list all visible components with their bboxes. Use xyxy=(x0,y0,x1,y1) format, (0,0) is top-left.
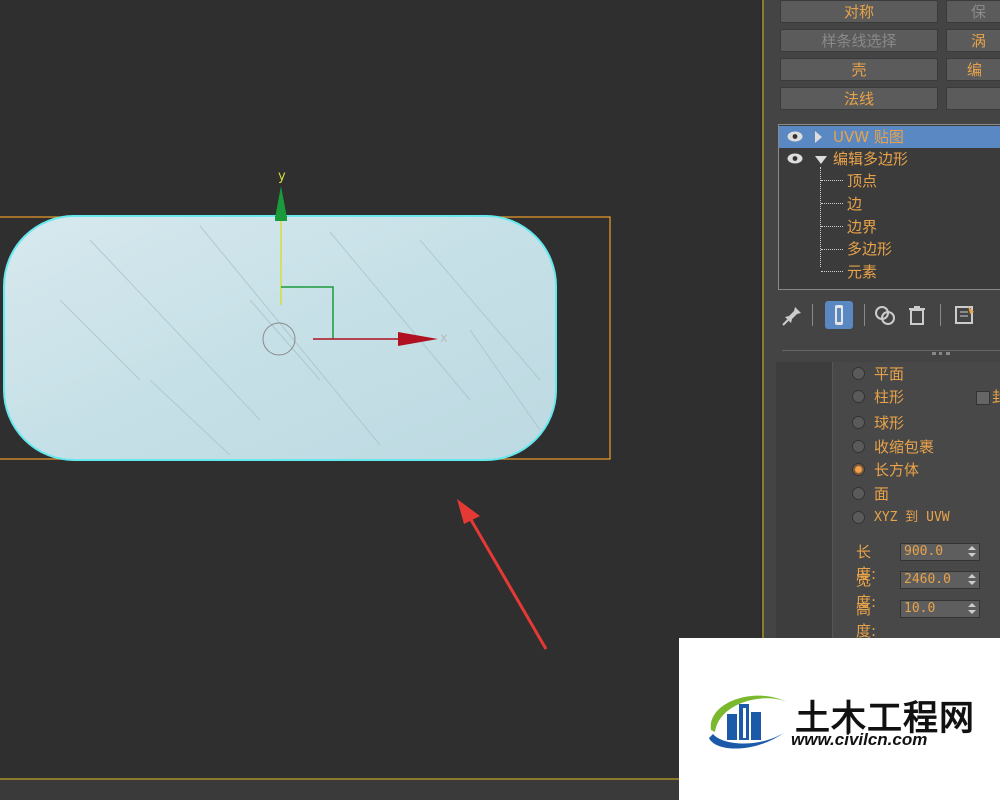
spinner-arrows-icon[interactable] xyxy=(968,603,976,615)
y-axis-arrow[interactable] xyxy=(275,186,287,218)
modifier-button-spline-select[interactable]: 样条线选择 xyxy=(780,29,938,52)
radio-face[interactable]: 面 xyxy=(852,483,890,505)
modifier-button-symmetry[interactable]: 对称 xyxy=(780,0,938,23)
command-panel-modify: 对称 样条线选择 壳 法线 保 涡 编 UVW 贴图 编辑多边形 顶点 边 边界… xyxy=(762,0,1000,638)
modifier-button-right-4[interactable] xyxy=(946,87,1000,110)
rollout-separator xyxy=(782,350,1000,351)
eye-icon[interactable] xyxy=(787,153,803,164)
stack-item-label: 编辑多边形 xyxy=(833,150,909,168)
collapse-arrow-icon[interactable] xyxy=(815,156,827,164)
radio-button-selected[interactable] xyxy=(852,463,865,476)
length-input[interactable]: 900.0 xyxy=(900,543,980,561)
toolbar-separator xyxy=(812,304,813,326)
height-label: 高度: xyxy=(856,600,877,638)
toolbar-separator xyxy=(940,304,941,326)
watermark-url: www.civilcn.com xyxy=(791,730,928,749)
radio-label: 柱形 xyxy=(874,388,905,406)
sub-object-label: 顶点 xyxy=(847,172,878,190)
rollout-grip[interactable] xyxy=(932,352,950,355)
sub-object-label: 边界 xyxy=(847,218,878,236)
sub-object-label: 元素 xyxy=(847,263,878,281)
height-value: 10.0 xyxy=(904,601,936,616)
viewport-canvas: y x xyxy=(0,169,611,650)
height-input[interactable]: 10.0 xyxy=(900,600,980,618)
radio-cylindrical[interactable]: 柱形 xyxy=(852,386,905,408)
radio-label: 长方体 xyxy=(874,461,920,479)
width-input[interactable]: 2460.0 xyxy=(900,571,980,589)
modifier-button-right-1[interactable]: 保 xyxy=(946,0,1000,23)
radio-box[interactable]: 长方体 xyxy=(852,459,920,481)
cap-label: 封 xyxy=(992,386,1000,407)
radio-label: XYZ 到 UVW xyxy=(874,510,950,525)
marble-slab-object[interactable] xyxy=(3,215,557,461)
cap-checkbox[interactable] xyxy=(976,391,990,405)
trash-icon[interactable] xyxy=(904,302,930,328)
sub-object-label: 边 xyxy=(847,195,863,213)
modifier-stack[interactable]: UVW 贴图 编辑多边形 顶点 边 边界 多边形 元素 xyxy=(778,124,1000,290)
y-axis-label: y xyxy=(278,169,286,184)
spinner-arrows-icon[interactable] xyxy=(968,546,976,558)
modifier-button-right-3[interactable]: 编 xyxy=(946,58,1000,81)
radio-button[interactable] xyxy=(852,416,865,429)
length-value: 900.0 xyxy=(904,544,944,559)
radio-button[interactable] xyxy=(852,440,865,453)
x-axis-label: x xyxy=(440,331,448,346)
spinner-arrows-icon[interactable] xyxy=(968,574,976,586)
rollout-side-strip xyxy=(776,362,833,638)
sub-object-element[interactable]: 元素 xyxy=(779,261,1000,283)
annotation-arrow xyxy=(457,499,548,650)
sub-object-vertex[interactable]: 顶点 xyxy=(779,170,1000,192)
radio-planar[interactable]: 平面 xyxy=(852,363,905,385)
radio-button[interactable] xyxy=(852,511,865,524)
stack-item-label: UVW 贴图 xyxy=(833,128,904,146)
radio-label: 收缩包裹 xyxy=(874,438,935,456)
radio-label: 球形 xyxy=(874,414,905,432)
radio-button[interactable] xyxy=(852,390,865,403)
stack-item-edit-poly[interactable]: 编辑多边形 xyxy=(779,148,1000,170)
sub-object-edge[interactable]: 边 xyxy=(779,193,1000,215)
modifier-button-right-2[interactable]: 涡 xyxy=(946,29,1000,52)
viewport-perspective[interactable]: y x xyxy=(0,0,760,778)
expand-arrow-icon[interactable] xyxy=(815,131,822,143)
configure-modifier-sets-icon[interactable] xyxy=(952,302,978,328)
y-axis-base xyxy=(275,216,287,221)
radio-shrink-wrap[interactable]: 收缩包裹 xyxy=(852,436,935,458)
sub-object-polygon[interactable]: 多边形 xyxy=(779,238,1000,260)
toolbar-separator xyxy=(864,304,865,326)
stack-toolbar xyxy=(778,300,1000,334)
radio-label: 平面 xyxy=(874,365,905,383)
radio-button[interactable] xyxy=(852,367,865,380)
make-unique-icon[interactable] xyxy=(872,302,898,328)
radio-xyz-to-uvw[interactable]: XYZ 到 UVW xyxy=(852,507,950,529)
show-end-result-icon[interactable] xyxy=(824,300,854,330)
sub-object-label: 多边形 xyxy=(847,240,893,258)
radio-spherical[interactable]: 球形 xyxy=(852,412,905,434)
modifier-button-shell[interactable]: 壳 xyxy=(780,58,938,81)
sub-object-border[interactable]: 边界 xyxy=(779,216,1000,238)
radio-label: 面 xyxy=(874,485,890,503)
radio-button[interactable] xyxy=(852,487,865,500)
civilcn-logo-icon xyxy=(709,695,787,749)
pin-stack-icon[interactable] xyxy=(780,302,806,328)
stack-item-uvw-map[interactable]: UVW 贴图 xyxy=(779,126,1000,148)
watermark: 土木工程网 www.civilcn.com xyxy=(679,638,1000,800)
eye-icon[interactable] xyxy=(787,131,803,142)
width-value: 2460.0 xyxy=(904,572,951,587)
modifier-button-normal[interactable]: 法线 xyxy=(780,87,938,110)
